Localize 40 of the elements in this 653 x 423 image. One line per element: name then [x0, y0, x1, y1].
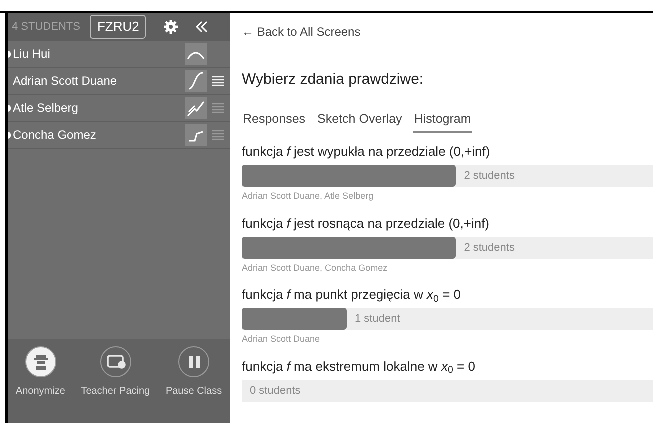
sketch-thumbnail-icon[interactable]: [185, 70, 207, 92]
class-action-button[interactable]: Anonymize: [16, 346, 66, 399]
statement: funkcja f ma ekstremum lokalne w x$_{0}$ = 0: [242, 358, 476, 377]
menu-lines-icon: [212, 76, 224, 86]
student-row[interactable]: Liu Hui: [8, 41, 230, 68]
question-title: Wybierz zdania prawdziwe:: [242, 70, 425, 90]
student-names: Adrian Scott Duane, Atle Selberg: [242, 190, 375, 204]
pacing-icon: [100, 346, 132, 378]
statement: funkcja f jest wypukła na przedziale (0,+inf): [242, 143, 492, 162]
student-count-label: 2 students: [464, 240, 515, 256]
class-action-button[interactable]: Teacher Pacing: [81, 346, 150, 399]
menu-lines-icon: [212, 103, 224, 113]
student-count-label: 2 students: [464, 169, 515, 184]
student-names: Adrian Scott Duane: [242, 333, 322, 346]
student-row[interactable]: Adrian Scott Duane: [8, 68, 230, 95]
student-name: Concha Gomez: [13, 127, 98, 144]
class-code: FZRU2: [90, 15, 146, 39]
sketch-thumbnail-icon[interactable]: [185, 43, 207, 65]
student-count-label: 1 student: [355, 312, 400, 327]
sketch-thumbnail-icon[interactable]: [185, 124, 207, 146]
student-count: 4 STUDENTS: [12, 20, 80, 35]
collapse-icon[interactable]: [196, 21, 208, 33]
sketch-thumbnail-icon[interactable]: [185, 97, 207, 119]
view-tab[interactable]: Responses: [242, 110, 307, 134]
student-count-label: 0 students: [250, 384, 301, 398]
view-tab[interactable]: Sketch Overlay: [316, 110, 404, 134]
back-link[interactable]: ← Back to All Screens: [242, 23, 653, 41]
settings-icon[interactable]: [164, 20, 178, 34]
student-name: Adrian Scott Duane: [13, 73, 118, 90]
statement: funkcja f jest rosnąca na przedziale (0,+inf): [242, 214, 491, 233]
pause-icon: [178, 346, 210, 378]
view-tab[interactable]: Histogram: [413, 110, 472, 134]
statement: funkcja f ma punkt przegięcia w x$_{0}$ = 0: [242, 286, 462, 306]
student-row[interactable]: Atle Selberg: [8, 95, 230, 122]
menu-lines-icon: [212, 130, 224, 140]
student-name: Atle Selberg: [13, 100, 80, 117]
class-action-button[interactable]: Pause Class: [166, 346, 222, 399]
student-names: Adrian Scott Duane, Concha Gomez: [242, 262, 389, 275]
student-row[interactable]: Concha Gomez: [8, 122, 230, 149]
student-name: Liu Hui: [13, 46, 52, 63]
